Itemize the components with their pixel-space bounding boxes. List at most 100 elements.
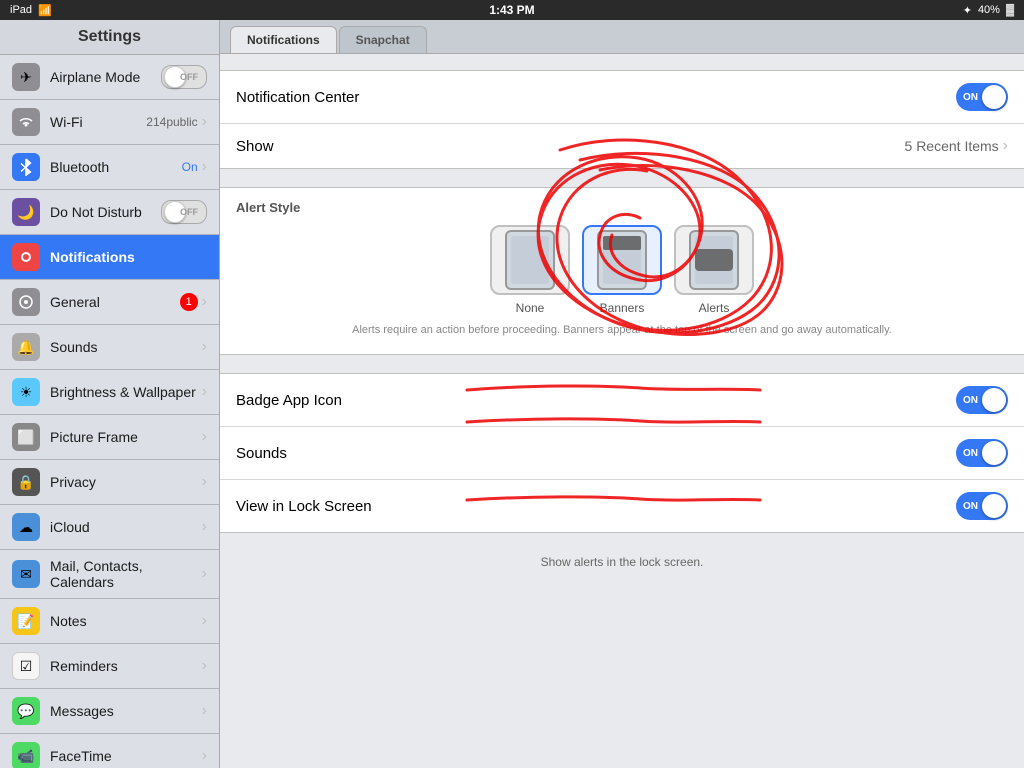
sounds-setting-label: Sounds <box>236 445 956 462</box>
badge-app-icon-toggle[interactable]: ON <box>956 386 1008 414</box>
notification-center-row: Notification Center ON <box>220 71 1024 124</box>
sidebar-item-notifications[interactable]: Notifications <box>0 235 219 280</box>
facetime-icon: 📹 <box>12 742 40 768</box>
alert-option-none[interactable]: None <box>490 225 570 315</box>
reminders-icon: ☑ <box>12 652 40 680</box>
notifications-icon <box>12 243 40 271</box>
picture-icon: ⬜ <box>12 423 40 451</box>
dnd-label: Do Not Disturb <box>50 204 161 220</box>
messages-label: Messages <box>50 703 202 719</box>
alert-banners-box <box>582 225 662 295</box>
wifi-icon: 📶 <box>38 4 52 17</box>
sidebar-title: Settings <box>0 20 219 55</box>
sidebar-item-messages[interactable]: 💬 Messages › <box>0 689 219 734</box>
privacy-chevron: › <box>202 473 207 491</box>
sounds-toggle-label: ON <box>963 448 978 459</box>
badge-app-icon-row: Badge App Icon ON <box>220 374 1024 427</box>
phone-mock-alerts <box>689 230 739 290</box>
airplane-toggle[interactable]: OFF <box>161 65 207 89</box>
lock-screen-row: View in Lock Screen ON <box>220 480 1024 532</box>
mail-icon: ✉ <box>12 560 40 588</box>
notes-chevron: › <box>202 612 207 630</box>
icloud-label: iCloud <box>50 519 202 535</box>
sounds-row: Sounds ON <box>220 427 1024 480</box>
notes-icon: 📝 <box>12 607 40 635</box>
badge-toggle-label: ON <box>963 395 978 406</box>
general-label: General <box>50 294 180 310</box>
icloud-chevron: › <box>202 518 207 536</box>
alert-style-group: Alert Style None <box>220 187 1024 355</box>
sounds-label: Sounds <box>50 339 202 355</box>
show-chevron: › <box>1003 137 1008 155</box>
battery-icon: ▓ <box>1006 4 1014 16</box>
battery-label: 40% <box>978 4 1000 16</box>
alert-alerts-box <box>674 225 754 295</box>
alert-none-box <box>490 225 570 295</box>
sidebar: Settings ✈ Airplane Mode OFF Wi-Fi 214pu… <box>0 20 220 768</box>
notification-center-group: Notification Center ON Show 5 Recent Ite… <box>220 70 1024 169</box>
sidebar-item-brightness[interactable]: ☀ Brightness & Wallpaper › <box>0 370 219 415</box>
airplane-icon: ✈ <box>12 63 40 91</box>
notification-center-toggle[interactable]: ON <box>956 83 1008 111</box>
alert-option-banners[interactable]: Banners <box>582 225 662 315</box>
badge-app-icon-label: Badge App Icon <box>236 392 956 409</box>
content-padding: Notification Center ON Show 5 Recent Ite… <box>220 54 1024 585</box>
sidebar-item-privacy[interactable]: 🔒 Privacy › <box>0 460 219 505</box>
sidebar-item-notes[interactable]: 📝 Notes › <box>0 599 219 644</box>
wifi-value: 214public › <box>146 113 207 131</box>
tab-notifications[interactable]: Notifications <box>230 26 337 53</box>
sounds-toggle[interactable]: ON <box>956 439 1008 467</box>
status-bar: iPad 📶 1:43 PM ✦ 40% ▓ <box>0 0 1024 20</box>
sidebar-item-dnd[interactable]: 🌙 Do Not Disturb OFF <box>0 190 219 235</box>
bluetooth-value: On › <box>182 158 207 176</box>
alert-description: Alerts require an action before proceedi… <box>236 323 1008 338</box>
icloud-icon: ☁ <box>12 513 40 541</box>
alert-style-section: Alert Style None <box>220 188 1024 354</box>
general-badge: 1 <box>180 293 198 311</box>
dnd-toggle[interactable]: OFF <box>161 200 207 224</box>
bluetooth-label: Bluetooth <box>50 159 182 175</box>
lock-screen-description: Show alerts in the lock screen. <box>220 551 1024 585</box>
facetime-label: FaceTime <box>50 748 202 764</box>
sidebar-item-reminders[interactable]: ☑ Reminders › <box>0 644 219 689</box>
status-time: 1:43 PM <box>489 3 534 17</box>
sidebar-item-icloud[interactable]: ☁ iCloud › <box>0 505 219 550</box>
sidebar-item-picture[interactable]: ⬜ Picture Frame › <box>0 415 219 460</box>
notifications-label: Notifications <box>50 249 207 265</box>
status-left: iPad 📶 <box>10 4 52 17</box>
alert-none-label: None <box>516 301 545 315</box>
notification-center-toggle-label: ON <box>963 92 978 103</box>
device-label: iPad <box>10 4 32 16</box>
sidebar-item-airplane[interactable]: ✈ Airplane Mode OFF <box>0 55 219 100</box>
facetime-chevron: › <box>202 747 207 765</box>
sidebar-item-general[interactable]: General 1 › <box>0 280 219 325</box>
sidebar-item-wifi[interactable]: Wi-Fi 214public › <box>0 100 219 145</box>
privacy-icon: 🔒 <box>12 468 40 496</box>
sidebar-item-sounds[interactable]: 🔔 Sounds › <box>0 325 219 370</box>
alert-option-alerts[interactable]: Alerts <box>674 225 754 315</box>
alert-banners-label: Banners <box>600 301 645 315</box>
general-right: 1 › <box>180 293 207 311</box>
mail-chevron: › <box>202 565 207 583</box>
content-body: Notification Center ON Show 5 Recent Ite… <box>220 54 1024 768</box>
sidebar-item-facetime[interactable]: 📹 FaceTime › <box>0 734 219 768</box>
brightness-chevron: › <box>202 383 207 401</box>
show-row[interactable]: Show 5 Recent Items › <box>220 124 1024 168</box>
dnd-icon: 🌙 <box>12 198 40 226</box>
picture-chevron: › <box>202 428 207 446</box>
phone-mock-none <box>505 230 555 290</box>
bluetooth-chevron: › <box>202 158 207 176</box>
alert-style-title: Alert Style <box>236 200 1008 215</box>
reminders-label: Reminders <box>50 658 202 674</box>
sidebar-item-bluetooth[interactable]: Bluetooth On › <box>0 145 219 190</box>
lock-screen-toggle-label: ON <box>963 501 978 512</box>
tab-snapchat[interactable]: Snapchat <box>339 26 427 53</box>
wifi-label: Wi-Fi <box>50 114 146 130</box>
sounds-chevron: › <box>202 338 207 356</box>
brightness-icon: ☀ <box>12 378 40 406</box>
notification-center-label: Notification Center <box>236 89 956 106</box>
lock-screen-toggle[interactable]: ON <box>956 492 1008 520</box>
sidebar-item-mail[interactable]: ✉ Mail, Contacts, Calendars › <box>0 550 219 599</box>
airplane-label: Airplane Mode <box>50 69 161 85</box>
phone-mock-banners <box>597 230 647 290</box>
